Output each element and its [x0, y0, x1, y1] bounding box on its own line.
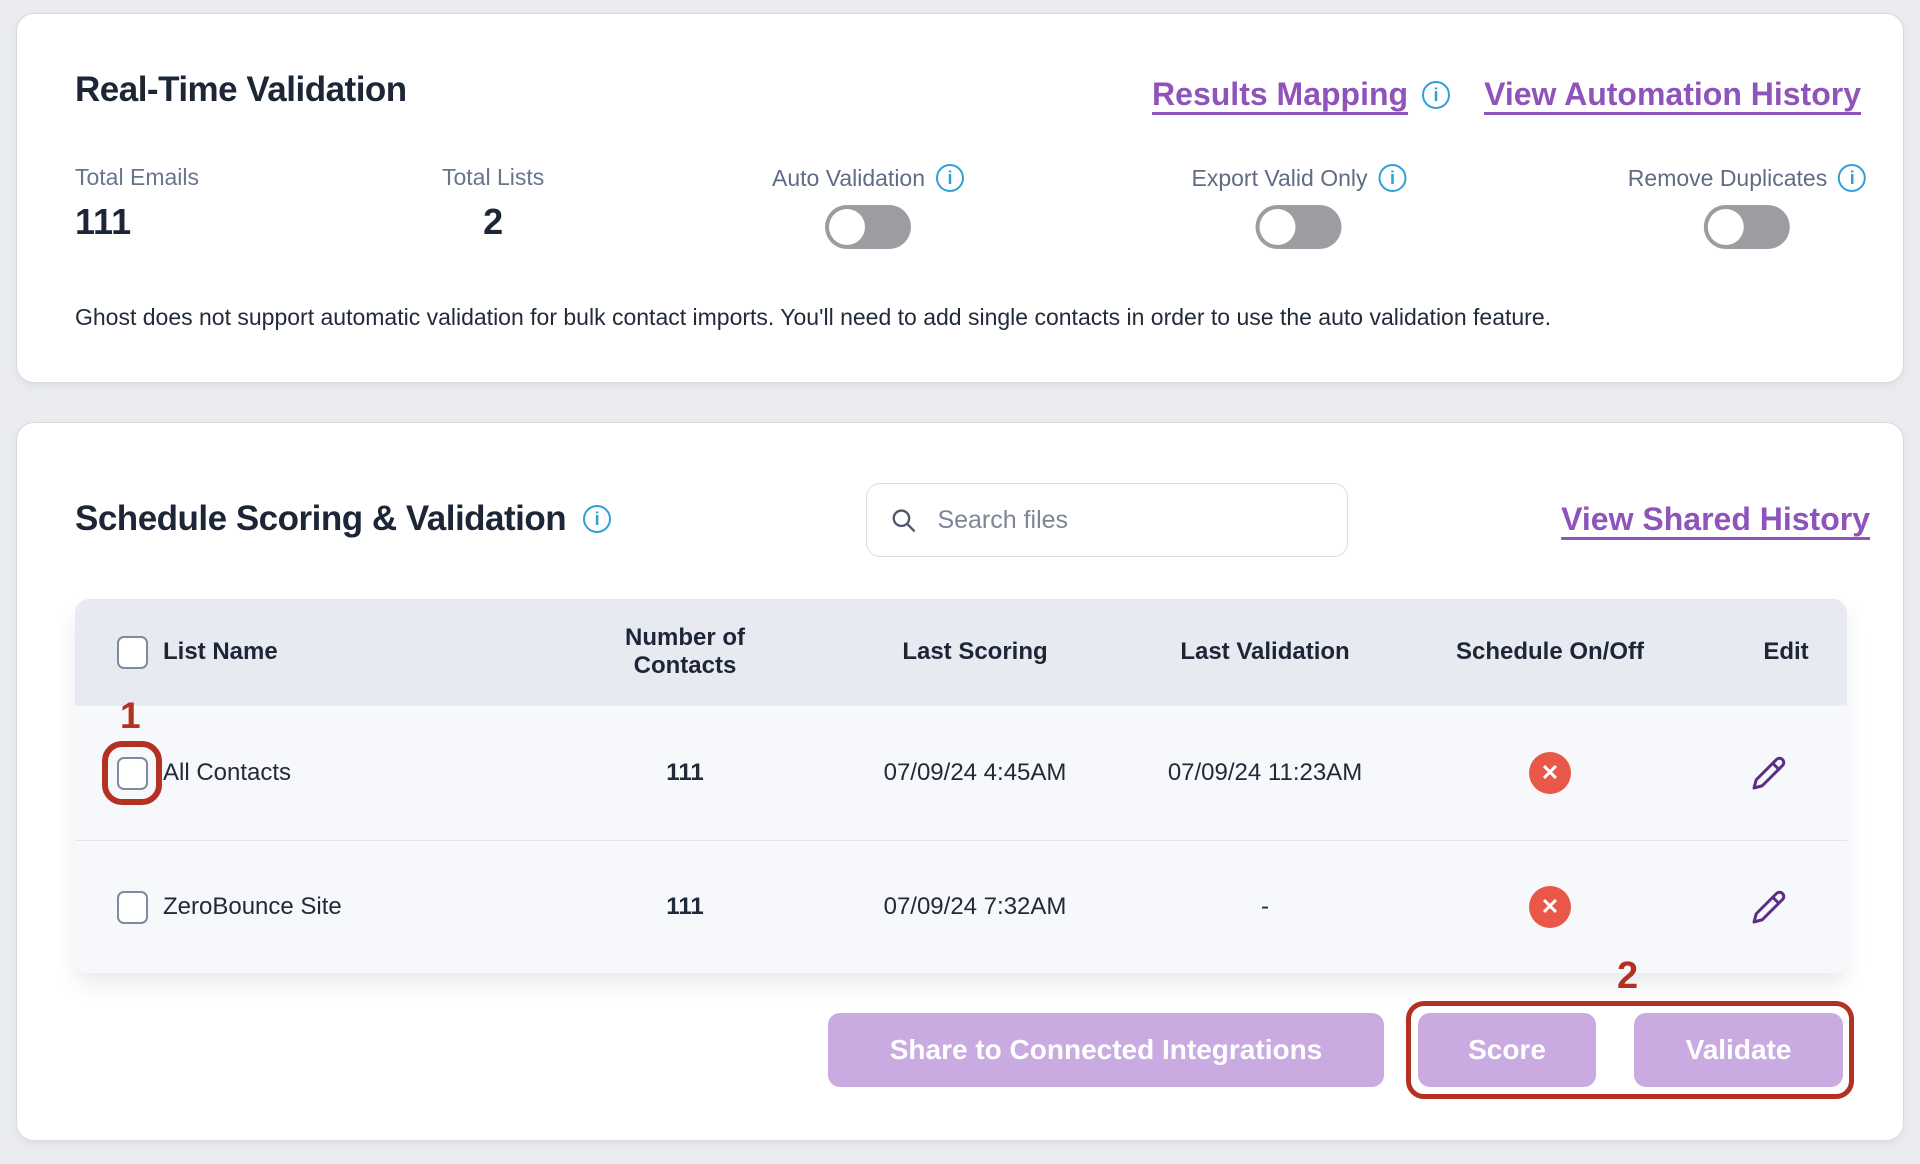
- last-validation-value: -: [1155, 893, 1375, 921]
- list-name-header: List Name: [163, 638, 278, 666]
- edit-pencil-icon[interactable]: [1751, 755, 1787, 791]
- auto-validation-info-icon[interactable]: i: [936, 164, 964, 192]
- row-checkbox-zerobounce-site[interactable]: [117, 891, 148, 924]
- realtime-validation-card: Real-Time Validation Results Mapping i V…: [16, 13, 1904, 383]
- ghost-auto-validation-note: Ghost does not support automatic validat…: [75, 304, 1551, 331]
- results-mapping-group: Results Mapping i: [1152, 76, 1450, 113]
- remove-duplicates-info-icon[interactable]: i: [1838, 164, 1866, 192]
- view-shared-history-link[interactable]: View Shared History: [1561, 501, 1870, 538]
- schedule-cell: ✕: [1375, 886, 1725, 928]
- schedule-on-off-header: Schedule On/Off: [1375, 638, 1725, 666]
- remove-duplicates-toggle-group: Remove Duplicates i: [1628, 164, 1866, 249]
- view-automation-history-link[interactable]: View Automation History: [1484, 76, 1861, 113]
- total-lists-label: Total Lists: [442, 164, 544, 191]
- table-row-all-contacts: All Contacts 111 07/09/24 4:45AM 07/09/2…: [75, 705, 1847, 840]
- total-emails-label: Total Emails: [75, 164, 199, 191]
- list-name-value: All Contacts: [163, 759, 291, 787]
- select-all-checkbox[interactable]: [117, 636, 148, 669]
- last-validation-header: Last Validation: [1155, 638, 1375, 666]
- auto-validation-label: Auto Validation i: [772, 164, 964, 192]
- export-valid-only-toggle[interactable]: [1256, 205, 1342, 249]
- schedule-off-icon[interactable]: ✕: [1529, 886, 1571, 928]
- search-icon: [889, 504, 917, 536]
- export-valid-only-label: Export Valid Only i: [1192, 164, 1407, 192]
- auto-validation-toggle[interactable]: [825, 205, 911, 249]
- realtime-header-links: Results Mapping i View Automation Histor…: [1152, 76, 1861, 113]
- validate-button[interactable]: Validate: [1634, 1013, 1843, 1087]
- schedule-off-icon[interactable]: ✕: [1529, 752, 1571, 794]
- table-row-zerobounce-site: ZeroBounce Site 111 07/09/24 7:32AM - ✕: [75, 840, 1847, 973]
- scoring-validation-table: List Name Number of Contacts Last Scorin…: [75, 599, 1847, 973]
- row-checkbox-all-contacts[interactable]: [117, 757, 148, 790]
- schedule-scoring-info-icon[interactable]: i: [583, 505, 611, 533]
- last-scoring-header: Last Scoring: [795, 638, 1155, 666]
- auto-validation-label-text: Auto Validation: [772, 165, 925, 192]
- search-files-box[interactable]: [866, 483, 1348, 557]
- remove-duplicates-label: Remove Duplicates i: [1628, 164, 1866, 192]
- list-name-header-cell: List Name: [75, 636, 575, 669]
- list-name-value: ZeroBounce Site: [163, 893, 342, 921]
- edit-cell: [1725, 889, 1847, 925]
- contacts-count-value: 111: [575, 759, 795, 787]
- number-of-contacts-header: Number of Contacts: [575, 624, 795, 680]
- schedule-title-row: Schedule Scoring & Validation i: [75, 499, 611, 539]
- remove-duplicates-label-text: Remove Duplicates: [1628, 165, 1827, 192]
- row-name-cell: All Contacts: [75, 757, 575, 790]
- share-to-integrations-button[interactable]: Share to Connected Integrations: [828, 1013, 1384, 1087]
- search-files-input[interactable]: [937, 506, 1325, 535]
- export-valid-only-toggle-group: Export Valid Only i: [1192, 164, 1407, 249]
- toggle-knob: [1708, 209, 1744, 245]
- edit-header: Edit: [1725, 638, 1847, 666]
- toggle-knob: [829, 209, 865, 245]
- last-scoring-value: 07/09/24 7:32AM: [795, 893, 1155, 921]
- total-emails-stat: Total Emails 111: [75, 164, 199, 243]
- results-mapping-info-icon[interactable]: i: [1422, 81, 1450, 109]
- contacts-count-value: 111: [575, 893, 795, 921]
- total-lists-stat: Total Lists 2: [442, 164, 544, 243]
- realtime-validation-title: Real-Time Validation: [75, 70, 407, 110]
- auto-validation-toggle-group: Auto Validation i: [772, 164, 964, 249]
- total-lists-value: 2: [483, 201, 503, 243]
- remove-duplicates-toggle[interactable]: [1704, 205, 1790, 249]
- last-scoring-value: 07/09/24 4:45AM: [795, 759, 1155, 787]
- row-name-cell: ZeroBounce Site: [75, 891, 575, 924]
- edit-cell: [1725, 755, 1847, 791]
- schedule-scoring-title: Schedule Scoring & Validation: [75, 499, 566, 539]
- table-header-row: List Name Number of Contacts Last Scorin…: [75, 599, 1847, 705]
- results-mapping-link[interactable]: Results Mapping: [1152, 76, 1408, 113]
- edit-pencil-icon[interactable]: [1751, 889, 1787, 925]
- score-button[interactable]: Score: [1418, 1013, 1596, 1087]
- last-validation-value: 07/09/24 11:23AM: [1155, 759, 1375, 787]
- page: Real-Time Validation Results Mapping i V…: [0, 0, 1920, 1164]
- export-valid-only-info-icon[interactable]: i: [1378, 164, 1406, 192]
- schedule-scoring-card: Schedule Scoring & Validation i View Sha…: [16, 422, 1904, 1141]
- schedule-cell: ✕: [1375, 752, 1725, 794]
- toggle-knob: [1260, 209, 1296, 245]
- export-valid-only-label-text: Export Valid Only: [1192, 165, 1368, 192]
- total-emails-value: 111: [75, 201, 199, 243]
